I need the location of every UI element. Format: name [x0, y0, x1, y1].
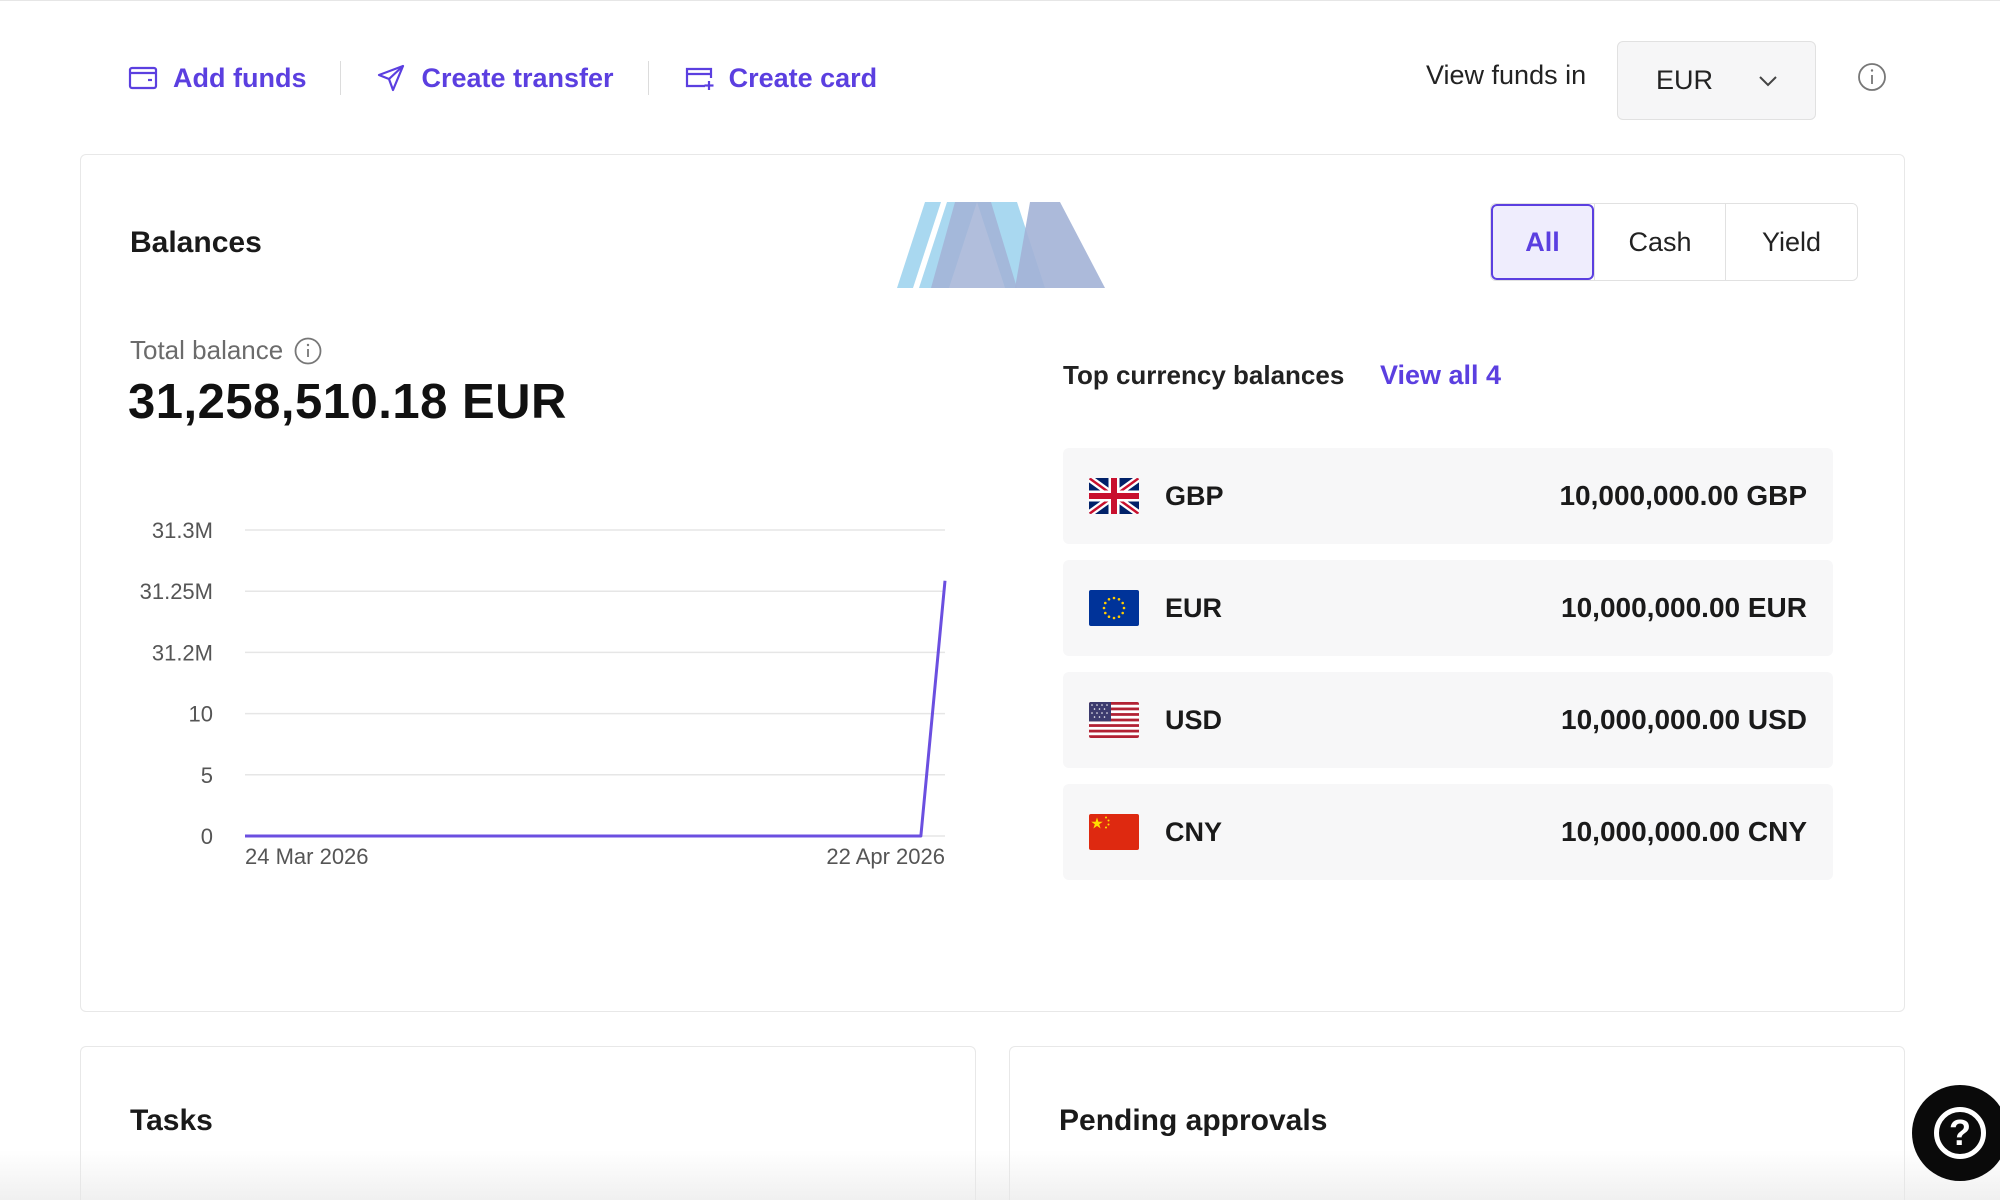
y-tick-label: 31.3M — [152, 518, 213, 543]
add-funds-button[interactable]: Add funds — [127, 62, 306, 94]
help-button[interactable]: ? — [1912, 1085, 2000, 1181]
total-balance-value: 31,258,510.18 EUR — [128, 375, 567, 429]
series-line — [245, 580, 947, 838]
balance-chart: 0 5 10 31.2M 31.25M 31.3M 24 Mar 2026 22 Apr 20… — [140, 518, 947, 869]
question-mark-icon: ? — [1934, 1107, 1986, 1159]
currency-amount: 10,000,000.00 USD — [1561, 704, 1807, 735]
currency-row-eur[interactable]: EUR 10,000,000.00 EUR — [1063, 560, 1833, 656]
us-flag-icon — [1089, 702, 1139, 738]
currency-code: CNY — [1165, 816, 1223, 847]
create-transfer-label: Create transfer — [421, 62, 614, 93]
tasks-title: Tasks — [130, 1104, 213, 1137]
total-balance-text: Total balance — [130, 335, 284, 365]
y-tick-label: 5 — [201, 763, 213, 788]
currency-amount: 10,000,000.00 CNY — [1561, 816, 1807, 847]
x-tick-label: 24 Mar 2026 — [245, 844, 369, 869]
china-flag-icon — [1089, 814, 1139, 850]
uk-flag-icon — [1089, 478, 1139, 514]
currency-code: GBP — [1165, 480, 1224, 511]
pending-approvals-title: Pending approvals — [1059, 1104, 1328, 1137]
chevron-down-icon — [1759, 75, 1777, 86]
currency-code: USD — [1165, 704, 1223, 735]
currency-row-usd[interactable]: USD 10,000,000.00 USD — [1063, 672, 1833, 768]
action-bar: Add funds Create transfer Create card — [127, 56, 877, 100]
divider — [647, 61, 649, 95]
y-tick-label: 31.25M — [140, 579, 213, 604]
eu-flag-icon — [1089, 590, 1139, 626]
currency-amount: 10,000,000.00 GBP — [1559, 480, 1807, 511]
info-icon[interactable] — [1857, 62, 1887, 92]
filter-all-button[interactable]: All — [1491, 204, 1594, 280]
view-funds-label: View funds in — [1426, 60, 1587, 90]
currency-select-value: EUR — [1656, 65, 1714, 95]
info-icon[interactable] — [293, 336, 323, 366]
company-logo — [897, 202, 1105, 288]
divider — [340, 61, 342, 95]
filter-cash-button[interactable]: Cash — [1594, 204, 1725, 280]
x-tick-label: 22 Apr 2026 — [826, 844, 945, 869]
total-balance-label: Total balance — [130, 335, 323, 366]
create-card-button[interactable]: Create card — [683, 62, 878, 94]
currency-row-gbp[interactable]: GBP 10,000,000.00 GBP — [1063, 448, 1833, 544]
top-currency-title: Top currency balances — [1063, 360, 1345, 390]
balances-title: Balances — [130, 226, 262, 259]
create-card-label: Create card — [728, 62, 878, 93]
y-tick-label: 31.2M — [152, 640, 213, 665]
currency-code: EUR — [1165, 592, 1223, 623]
view-all-link[interactable]: View all 4 — [1380, 360, 1501, 391]
create-transfer-button[interactable]: Create transfer — [375, 62, 614, 94]
add-funds-label: Add funds — [173, 62, 307, 93]
filter-yield-button[interactable]: Yield — [1725, 204, 1857, 280]
add-card-icon — [685, 67, 714, 90]
y-tick-label: 0 — [201, 824, 213, 849]
wallet-icon — [128, 66, 158, 90]
currency-select[interactable]: EUR — [1617, 41, 1816, 120]
bottom-fade — [0, 1150, 2000, 1200]
y-tick-label: 10 — [189, 702, 213, 727]
send-icon — [378, 64, 405, 92]
currency-row-cny[interactable]: CNY 10,000,000.00 CNY — [1063, 784, 1833, 880]
balance-filter: All Cash Yield — [1490, 203, 1858, 281]
top-divider — [0, 0, 2000, 1]
currency-amount: 10,000,000.00 EUR — [1561, 592, 1807, 623]
